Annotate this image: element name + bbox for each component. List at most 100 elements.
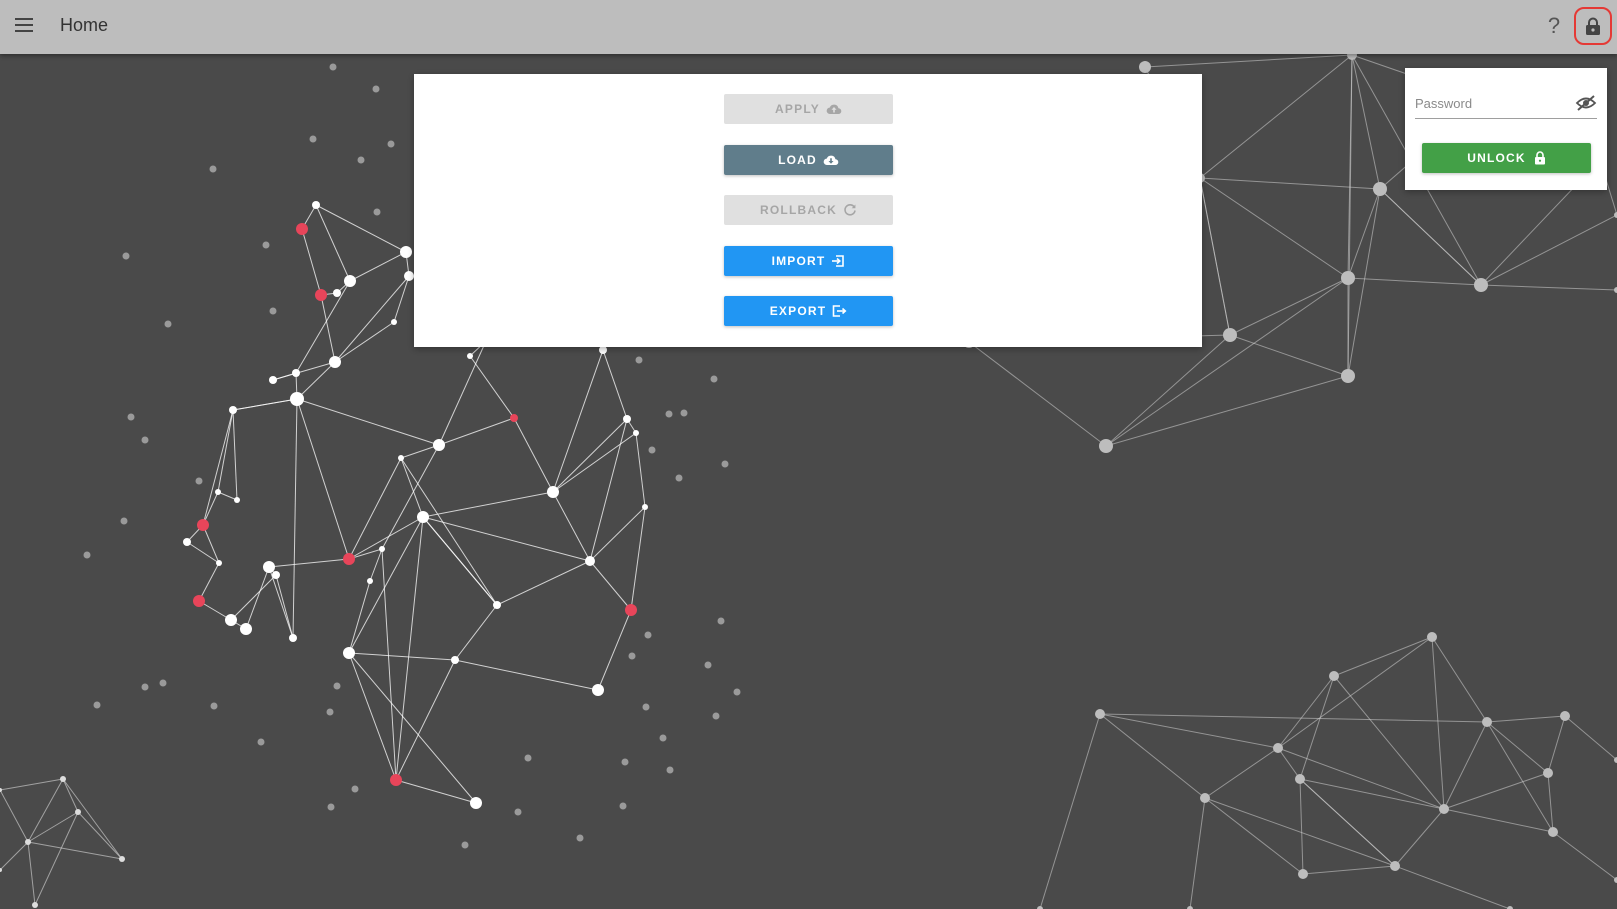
background-dot xyxy=(141,683,149,691)
background-dot xyxy=(621,758,629,766)
network-node xyxy=(292,369,300,377)
network-node xyxy=(1482,717,1492,727)
menu-button[interactable] xyxy=(12,13,36,37)
network-node xyxy=(225,614,237,626)
network-node xyxy=(1298,869,1308,879)
network-node xyxy=(1543,768,1553,778)
network-node xyxy=(272,571,280,579)
import-button[interactable]: IMPORT xyxy=(724,246,893,276)
network-node xyxy=(547,486,559,498)
password-field-wrapper xyxy=(1415,92,1597,119)
load-button-label: LOAD xyxy=(778,153,817,167)
network-node xyxy=(229,406,237,414)
network-node xyxy=(592,684,604,696)
network-node xyxy=(197,519,209,531)
background-dot xyxy=(628,652,636,660)
network-node xyxy=(467,353,473,359)
network-node xyxy=(404,271,414,281)
background-dot xyxy=(514,808,522,816)
network-node xyxy=(263,561,275,573)
network-node xyxy=(183,538,191,546)
network-node xyxy=(417,511,429,523)
network-node xyxy=(493,601,501,609)
background-dot xyxy=(309,135,317,143)
page-title: Home xyxy=(60,15,109,35)
background-dot xyxy=(269,307,277,315)
background-dot xyxy=(262,241,270,249)
network-node xyxy=(470,797,482,809)
network-node xyxy=(585,556,595,566)
lock-icon xyxy=(1586,17,1600,35)
background-dot xyxy=(329,63,337,71)
network-node xyxy=(1099,439,1113,453)
background-dot xyxy=(704,661,712,669)
network-node xyxy=(25,839,31,845)
network-node xyxy=(32,902,38,908)
network-node xyxy=(1427,632,1437,642)
rollback-button[interactable]: ROLLBACK xyxy=(724,195,893,225)
lock-button[interactable] xyxy=(1574,7,1612,45)
background-dot xyxy=(351,785,359,793)
background-dot xyxy=(209,165,217,173)
load-button[interactable]: LOAD xyxy=(724,145,893,175)
network-node xyxy=(343,647,355,659)
network-node xyxy=(1390,861,1400,871)
network-node xyxy=(1273,743,1283,753)
network-node xyxy=(367,578,373,584)
password-input[interactable] xyxy=(1415,92,1565,114)
eye-off-icon[interactable] xyxy=(1575,93,1597,113)
background-dot xyxy=(327,803,335,811)
cloud-download-icon xyxy=(823,155,839,166)
network-node xyxy=(633,430,639,436)
background-dot xyxy=(619,802,627,810)
network-node xyxy=(625,604,637,616)
background-dot xyxy=(387,140,395,148)
network-node xyxy=(1439,804,1449,814)
top-app-bar: Home ? xyxy=(0,0,1617,54)
network-node xyxy=(289,634,297,642)
network-node xyxy=(269,376,277,384)
background-dot xyxy=(642,703,650,711)
network-node xyxy=(390,774,402,786)
network-node xyxy=(234,497,240,503)
network-node xyxy=(400,246,412,258)
network-node xyxy=(296,223,308,235)
export-button[interactable]: EXPORT xyxy=(724,296,893,326)
refresh-icon xyxy=(844,204,856,216)
unlock-panel: UNLOCK xyxy=(1405,68,1607,190)
network-node xyxy=(599,346,607,354)
network-node xyxy=(391,319,397,325)
network-node xyxy=(75,809,81,815)
network-node xyxy=(1548,827,1558,837)
export-icon xyxy=(832,305,847,317)
background-dot xyxy=(159,679,167,687)
background-dot xyxy=(372,85,380,93)
network-node xyxy=(333,289,341,297)
background-dot xyxy=(710,375,718,383)
background-dot xyxy=(461,841,469,849)
network-node xyxy=(398,455,404,461)
network-node xyxy=(1373,182,1387,196)
background-dot xyxy=(721,460,729,468)
network-node xyxy=(1295,774,1305,784)
background-dot xyxy=(733,688,741,696)
background-dot xyxy=(326,708,334,716)
help-button[interactable]: ? xyxy=(1540,12,1568,40)
background-dot xyxy=(122,252,130,260)
network-node xyxy=(1560,711,1570,721)
network-node xyxy=(119,856,125,862)
network-node xyxy=(216,560,222,566)
unlock-button[interactable]: UNLOCK xyxy=(1422,143,1591,173)
network-node xyxy=(623,415,631,423)
background-dot xyxy=(648,446,656,454)
background-dot xyxy=(141,436,149,444)
background-dot xyxy=(164,320,172,328)
background-dot xyxy=(712,712,720,720)
network-node xyxy=(1341,271,1355,285)
background-dot xyxy=(333,682,341,690)
hamburger-menu-icon xyxy=(15,18,33,32)
apply-button[interactable]: APPLY xyxy=(724,94,893,124)
background-dot xyxy=(717,617,725,625)
network-node xyxy=(1095,709,1105,719)
network-node xyxy=(193,595,205,607)
